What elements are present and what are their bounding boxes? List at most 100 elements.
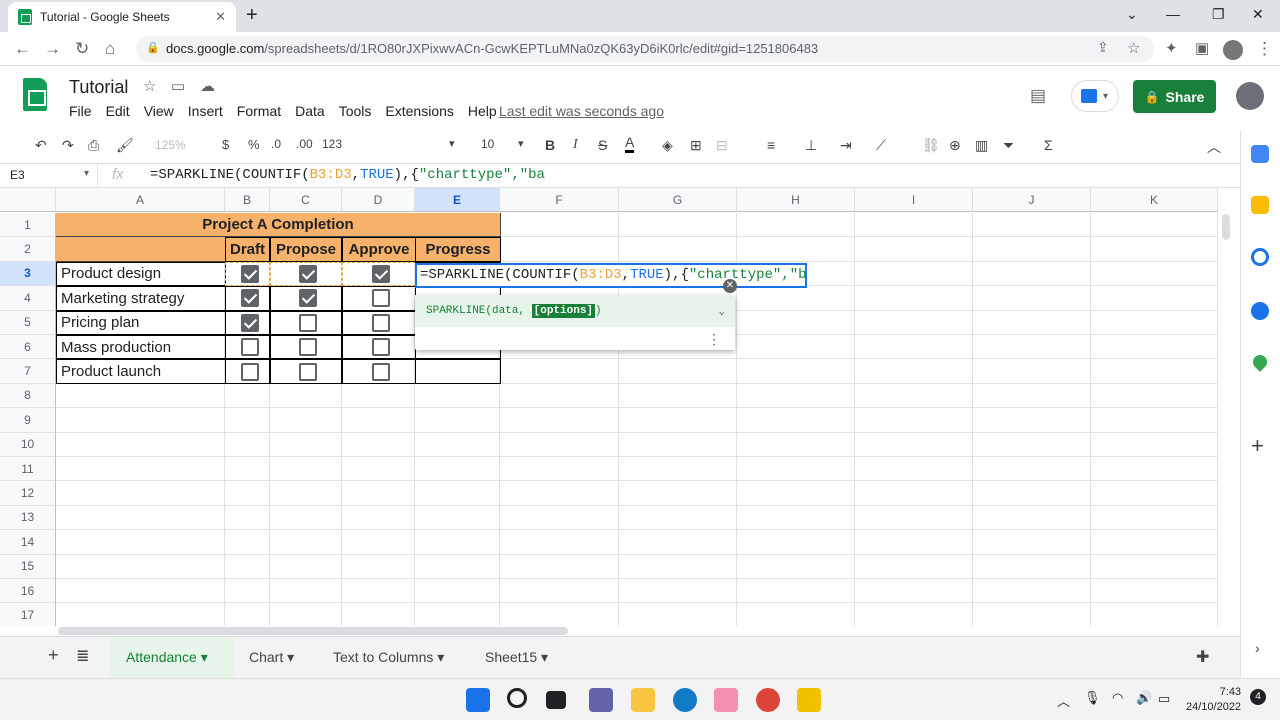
grid-cell[interactable]: [500, 457, 619, 482]
explore-icon[interactable]: ✚: [1196, 647, 1209, 667]
checkbox-cell[interactable]: [270, 310, 342, 335]
horizontal-scrollbar[interactable]: [58, 627, 568, 635]
checkbox-cell[interactable]: [225, 359, 270, 384]
menu-extensions[interactable]: Extensions: [385, 103, 453, 119]
paint-format-icon[interactable]: 🖌: [116, 137, 134, 154]
grid-cell[interactable]: [500, 579, 619, 604]
get-addons-icon[interactable]: +: [1251, 433, 1264, 459]
doc-title[interactable]: Tutorial: [69, 77, 128, 98]
system-clock[interactable]: 7:43 24/10/2022: [1186, 685, 1241, 715]
checkbox-checked[interactable]: [240, 313, 259, 332]
close-window-icon[interactable]: ✕: [1252, 6, 1264, 23]
cloud-status-icon[interactable]: ☁: [200, 77, 215, 95]
grid-cell[interactable]: [225, 432, 270, 457]
redo-icon[interactable]: ↷: [62, 137, 74, 154]
grid-cell[interactable]: [225, 530, 270, 555]
column-header-a[interactable]: A: [56, 188, 225, 212]
grid-cell[interactable]: [737, 505, 855, 531]
grid-cell[interactable]: [855, 383, 973, 409]
hide-panel-icon[interactable]: ›: [1255, 640, 1260, 656]
minimize-icon[interactable]: —: [1166, 6, 1180, 22]
add-sheet-icon[interactable]: +: [48, 645, 59, 666]
grid-cell[interactable]: [855, 359, 973, 384]
battery-icon[interactable]: ▭: [1158, 691, 1170, 707]
task-name[interactable]: Product design: [56, 261, 226, 287]
grid-cell[interactable]: [56, 505, 225, 531]
filter-icon[interactable]: ⏷: [1003, 137, 1014, 154]
tasks-icon[interactable]: [1251, 248, 1269, 266]
grid-cell[interactable]: [56, 408, 225, 433]
grid-cell[interactable]: [1091, 286, 1218, 311]
grid-cell[interactable]: [1091, 213, 1218, 238]
grid-cell[interactable]: [56, 432, 225, 457]
url-field[interactable]: 🔒 docs.google.com/spreadsheets/d/1RO80rJ…: [136, 36, 1154, 62]
grid-cell[interactable]: [855, 213, 973, 238]
checkbox-cell[interactable]: [270, 261, 342, 287]
grid-cell[interactable]: [973, 554, 1091, 579]
grid-cell[interactable]: [855, 261, 973, 287]
column-header-d[interactable]: D: [342, 188, 415, 212]
grid-cell[interactable]: [855, 579, 973, 604]
grid-cell[interactable]: [56, 530, 225, 555]
checkbox-unchecked[interactable]: [240, 362, 259, 381]
checkbox-unchecked[interactable]: [372, 313, 390, 332]
name-box[interactable]: E3 ▾: [0, 164, 98, 187]
microphone-icon[interactable]: 🎙: [1084, 690, 1101, 706]
grid-cell[interactable]: [973, 310, 1091, 335]
maps-icon[interactable]: [1250, 352, 1270, 372]
grid-cell[interactable]: [973, 603, 1091, 626]
grid-cell[interactable]: [973, 286, 1091, 311]
profile-icon[interactable]: [1223, 40, 1243, 60]
column-header-e[interactable]: E: [415, 188, 500, 212]
grid-cell[interactable]: [225, 505, 270, 531]
task-view-icon[interactable]: [546, 691, 566, 709]
grid-cell[interactable]: [270, 408, 342, 433]
grid-cell[interactable]: [1091, 457, 1218, 482]
grid-cell[interactable]: [737, 603, 855, 626]
checkbox-cell[interactable]: [270, 359, 342, 384]
grid-cell[interactable]: [500, 408, 619, 433]
grid-cell[interactable]: [619, 359, 737, 384]
grid-cell[interactable]: [737, 530, 855, 555]
notification-badge[interactable]: 4: [1250, 689, 1266, 705]
grid-cell[interactable]: [342, 554, 415, 579]
row-header-1[interactable]: 1: [0, 213, 56, 238]
sidepanel-icon[interactable]: ▣: [1195, 39, 1209, 57]
sheets-logo-icon[interactable]: [23, 78, 47, 111]
fill-color-icon[interactable]: ◈: [662, 137, 673, 154]
cell-editor[interactable]: =SPARKLINE(COUNTIF(B3:D3,TRUE),{"chartty…: [415, 263, 807, 288]
grid-cell[interactable]: [619, 457, 737, 482]
grid-cell[interactable]: [500, 432, 619, 457]
grid-cell[interactable]: [270, 505, 342, 531]
grid-cell[interactable]: [619, 383, 737, 409]
start-icon[interactable]: [466, 688, 490, 712]
checkbox-cell[interactable]: [225, 261, 270, 287]
menu-edit[interactable]: Edit: [106, 103, 130, 119]
comment-icon[interactable]: ⊕: [949, 137, 961, 154]
grid-cell[interactable]: [270, 554, 342, 579]
grid-cell[interactable]: [225, 481, 270, 506]
grid-cell[interactable]: [225, 383, 270, 409]
grid-cell[interactable]: [855, 457, 973, 482]
grid-cell[interactable]: [973, 359, 1091, 384]
snipping-tool-icon[interactable]: [714, 688, 738, 712]
grid-cell[interactable]: [973, 335, 1091, 360]
grid-cell[interactable]: [619, 481, 737, 506]
functions-icon[interactable]: Σ: [1044, 137, 1053, 153]
checkbox-cell[interactable]: [225, 286, 270, 311]
checkbox-cell[interactable]: [270, 335, 342, 360]
checkbox-unchecked[interactable]: [240, 338, 259, 357]
grid-cell[interactable]: [415, 432, 500, 457]
grid-cell[interactable]: [342, 408, 415, 433]
chrome-icon[interactable]: [756, 688, 780, 712]
align-left-icon[interactable]: ≡: [767, 137, 775, 153]
contacts-icon[interactable]: [1251, 302, 1269, 320]
grid-cell[interactable]: [737, 457, 855, 482]
calendar-icon[interactable]: [1251, 145, 1269, 163]
checkbox-cell[interactable]: [270, 286, 342, 311]
grid-cell[interactable]: [270, 481, 342, 506]
checkbox-checked[interactable]: [299, 264, 317, 283]
checkbox-unchecked[interactable]: [299, 338, 317, 357]
grid-cell[interactable]: [737, 359, 855, 384]
sheet-tab-sheet15[interactable]: Sheet15 ▾: [485, 649, 548, 666]
